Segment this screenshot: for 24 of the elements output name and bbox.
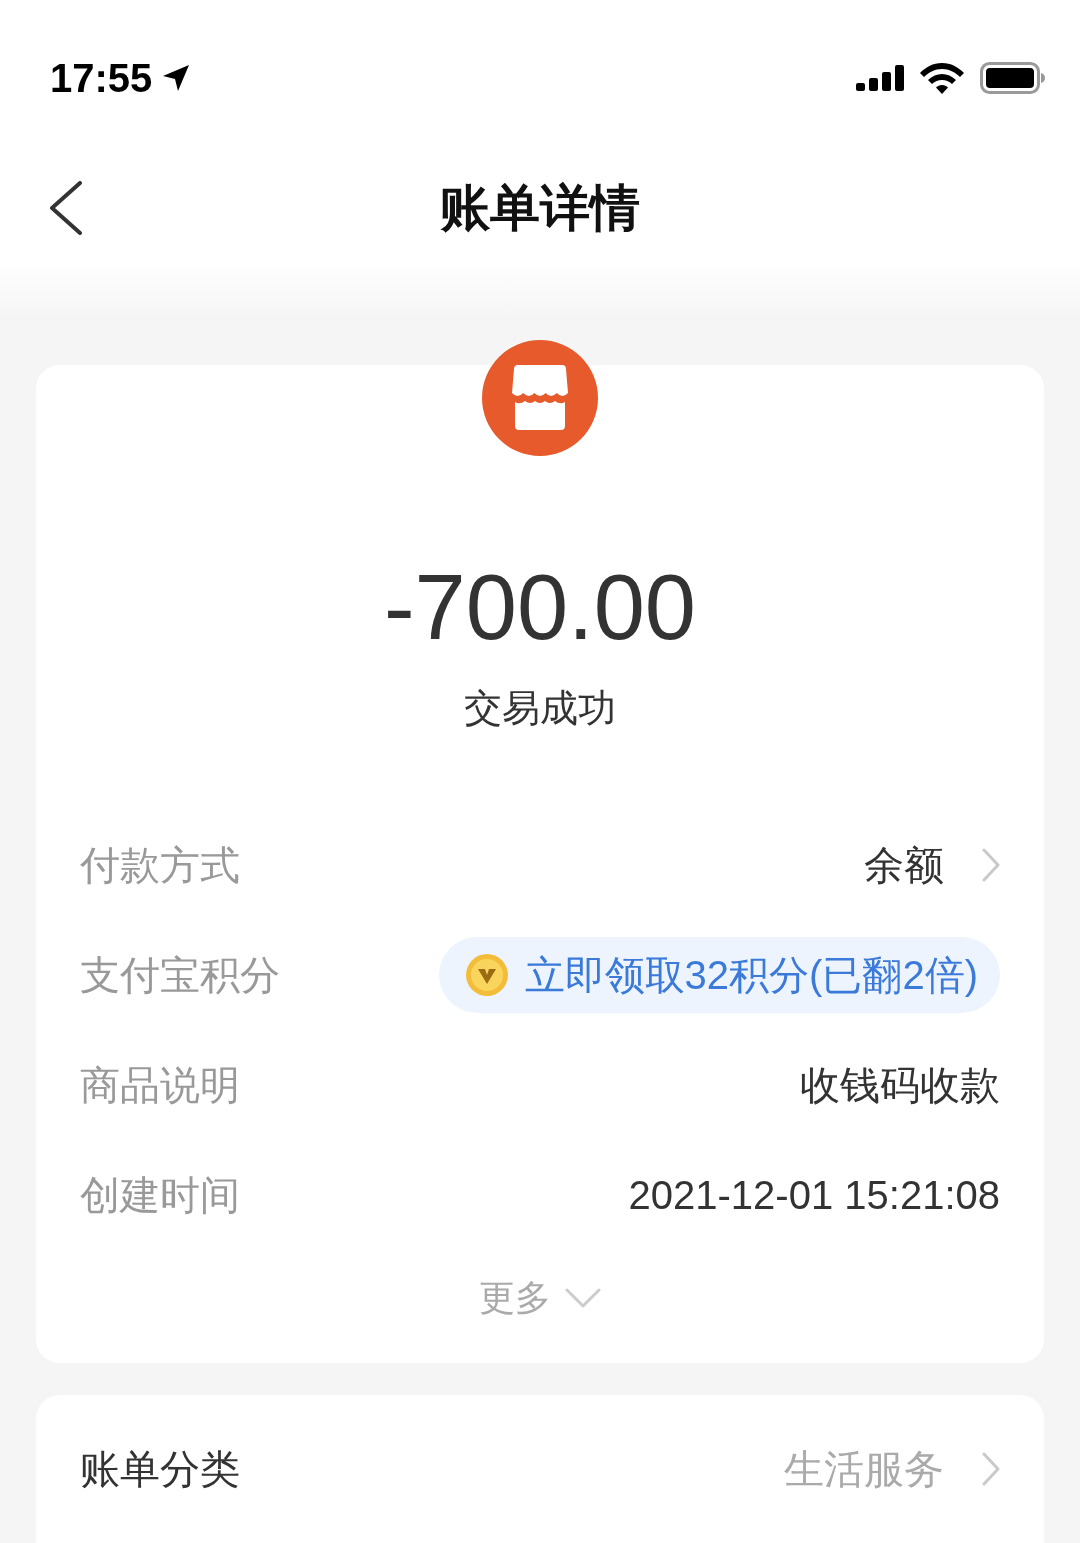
signal-icon: [856, 65, 904, 91]
battery-icon: [980, 62, 1046, 94]
coin-icon: [464, 953, 509, 997]
chevron-left-icon: [48, 181, 82, 235]
category-value: 生活服务: [784, 1446, 944, 1493]
status-text: 交易成功: [464, 686, 616, 730]
page-title: 账单详情: [440, 179, 640, 238]
chevron-right-icon: [982, 1452, 1000, 1486]
detail-label: 商品说明: [80, 1062, 240, 1109]
points-button[interactable]: 立即领取32积分(已翻2倍): [438, 937, 1000, 1013]
detail-label: 付款方式: [80, 842, 240, 889]
detail-value: 余额: [864, 842, 944, 889]
location-arrow-icon: [162, 64, 191, 92]
category-label: 账单分类: [80, 1446, 240, 1493]
detail-label: 创建时间: [80, 1172, 240, 1219]
amount-text: -700.00: [384, 557, 696, 657]
detail-value: 收钱码收款: [800, 1062, 1000, 1109]
detail-value: 2021-12-01 15:21:08: [628, 1172, 1000, 1219]
wifi-icon: [920, 62, 964, 94]
chevron-right-icon: [982, 848, 1000, 882]
detail-label: 支付宝积分: [80, 952, 280, 999]
more-button[interactable]: 更多: [479, 1250, 601, 1346]
chevron-down-icon: [565, 1287, 601, 1309]
status-time: 17:55: [50, 56, 153, 100]
